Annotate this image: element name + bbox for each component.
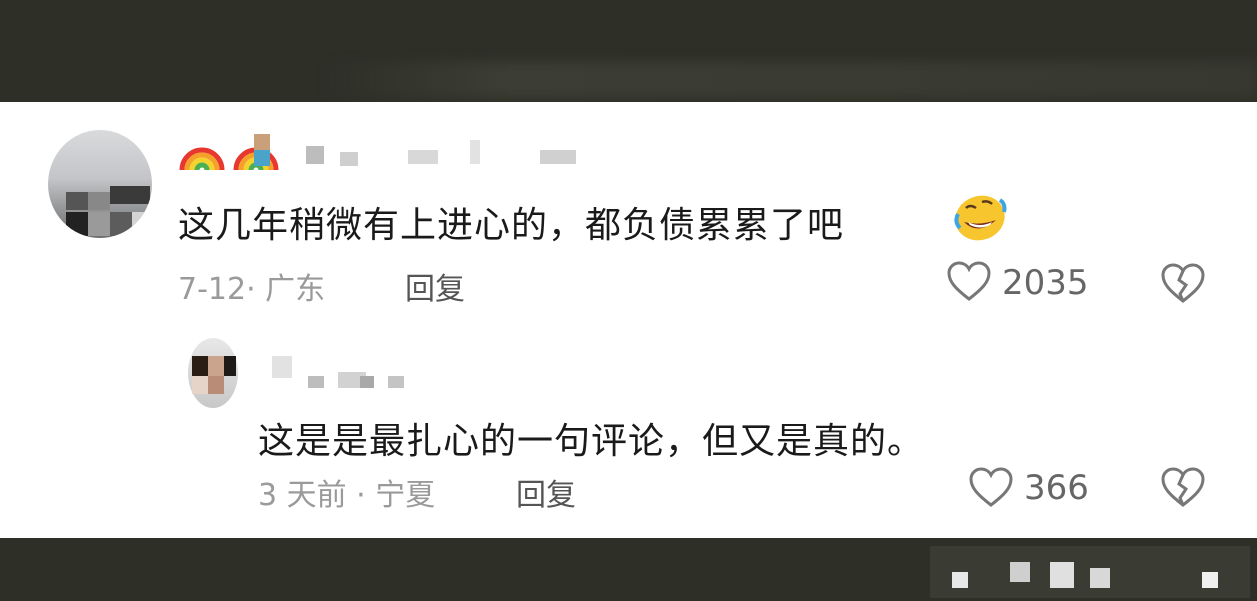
reply-button[interactable]: 回复 [516,470,576,514]
rolling-on-floor-laughing-emoji [950,192,1008,242]
reply-button[interactable]: 回复 [405,264,465,308]
comment-date-location: 7-12· 广东 [178,272,326,307]
top-dark-band [0,0,1257,102]
reply-date-location: 3 天前 · 宁夏 [258,478,436,513]
blurred-username [408,150,438,164]
like-count: 366 [1024,468,1089,508]
blurred-username [306,146,324,164]
broken-heart-icon[interactable] [1160,466,1206,512]
comment-text: 这几年稍微有上进心的，都负债累累了吧 [178,205,845,246]
blurred-username [340,152,358,166]
broken-heart-icon[interactable] [1160,262,1206,308]
blurred-username [308,376,324,388]
blurred-previous-content [320,62,1257,98]
blurred-username [540,150,576,164]
rainbow-icon [232,130,280,172]
rainbow-icon [178,130,226,172]
blurred-username [272,356,292,378]
blurred-username [470,140,480,164]
blurred-next-content [930,546,1250,598]
commenter-avatar[interactable] [48,130,152,238]
bottom-dark-band [0,538,1257,601]
blurred-username [388,376,404,388]
reply-avatar[interactable] [188,338,238,408]
blurred-username [360,376,374,388]
like-count: 2035 [1002,263,1089,303]
heart-outline-icon[interactable] [968,466,1014,512]
reply-text: 这是是最扎心的一句评论，但又是真的。 [258,421,925,462]
heart-outline-icon[interactable] [946,260,992,306]
